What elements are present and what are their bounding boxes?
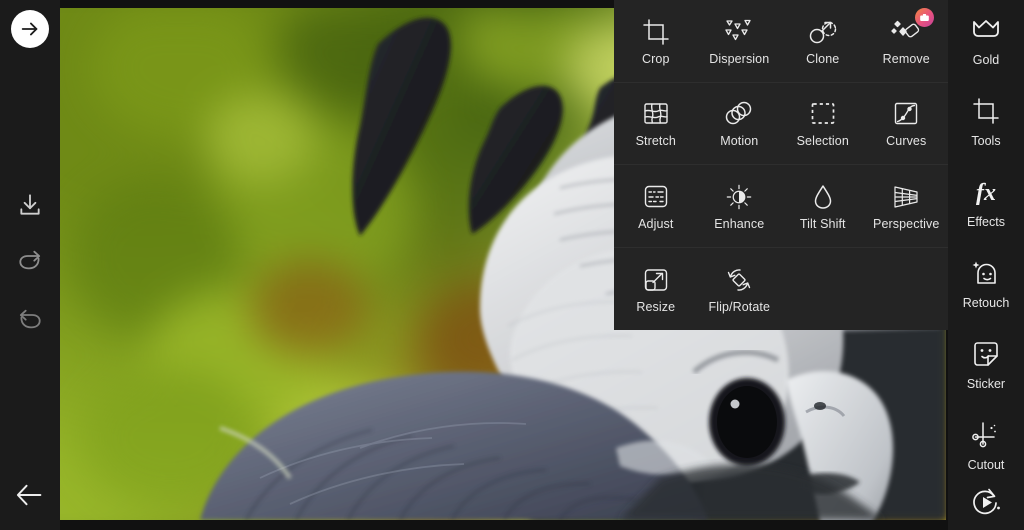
tools-row: Stretch Motion Selection Curves bbox=[614, 83, 949, 165]
crop-icon bbox=[639, 16, 673, 46]
tool-resize[interactable]: Resize bbox=[614, 248, 698, 331]
tool-label: Crop bbox=[642, 51, 670, 66]
sidebar-item-label: Retouch bbox=[962, 296, 1010, 310]
svg-text:fx: fx bbox=[976, 180, 996, 206]
crown-icon bbox=[968, 14, 1004, 46]
sidebar-item-label: Cutout bbox=[967, 458, 1005, 472]
adjust-icon bbox=[639, 181, 673, 211]
pro-badge bbox=[915, 8, 934, 27]
undo-icon bbox=[16, 308, 44, 336]
left-toolbar bbox=[0, 0, 60, 530]
sidebar-item-retouch[interactable]: Retouch bbox=[948, 243, 1024, 324]
tool-label: Dispersion bbox=[709, 51, 770, 66]
arrow-left-icon bbox=[15, 480, 45, 510]
tool-motion[interactable]: Motion bbox=[698, 83, 782, 165]
tools-popup-panel: Crop Dispersion Clone Remove Stretch Mot… bbox=[614, 0, 948, 330]
sidebar-item-label: Sticker bbox=[966, 377, 1006, 391]
tool-label: Remove bbox=[882, 51, 930, 66]
tool-enhance[interactable]: Enhance bbox=[698, 165, 782, 247]
stretch-icon bbox=[639, 98, 673, 128]
tool-label: Adjust bbox=[638, 216, 674, 231]
tool-flip-rotate[interactable]: Flip/Rotate bbox=[698, 248, 782, 331]
enhance-icon bbox=[722, 181, 756, 211]
animate-play-icon bbox=[968, 486, 1004, 518]
sidebar-item-cutout[interactable]: Cutout bbox=[948, 405, 1024, 486]
clone-icon bbox=[806, 16, 840, 46]
sidebar-item-gold[interactable]: Gold bbox=[948, 0, 1024, 81]
tilt-shift-icon bbox=[806, 181, 840, 211]
tool-label: Clone bbox=[806, 51, 840, 66]
curves-icon bbox=[889, 98, 923, 128]
retouch-face-icon bbox=[968, 257, 1004, 289]
perspective-icon bbox=[889, 181, 923, 211]
tool-tilt-shift[interactable]: Tilt Shift bbox=[781, 165, 865, 247]
tool-selection[interactable]: Selection bbox=[781, 83, 865, 165]
tool-remove[interactable]: Remove bbox=[865, 0, 949, 82]
tool-adjust[interactable]: Adjust bbox=[614, 165, 698, 247]
tool-label: Perspective bbox=[873, 216, 940, 231]
tool-label: Selection bbox=[796, 134, 849, 149]
tools-row: Adjust Enhance Tilt Shift Perspective bbox=[614, 165, 948, 248]
tool-label: Flip/Rotate bbox=[708, 299, 771, 314]
editor-root: Crop Dispersion Clone Remove Stretch Mot… bbox=[0, 0, 1024, 530]
flip-rotate-icon bbox=[722, 264, 756, 294]
sidebar-item-tools[interactable]: Tools bbox=[948, 81, 1024, 162]
selection-icon bbox=[806, 98, 840, 128]
motion-icon bbox=[722, 98, 756, 128]
tool-label: Stretch bbox=[635, 134, 676, 149]
redo-button[interactable] bbox=[10, 243, 50, 283]
tool-perspective[interactable]: Perspective bbox=[865, 165, 949, 247]
undo-button[interactable] bbox=[10, 302, 50, 342]
forward-arrow-button[interactable] bbox=[11, 10, 49, 48]
tool-label: Resize bbox=[636, 299, 676, 314]
tool-label: Curves bbox=[886, 134, 927, 149]
back-button[interactable] bbox=[10, 475, 50, 515]
tools-row: Resize Flip/Rotate bbox=[614, 248, 948, 331]
redo-icon bbox=[16, 249, 44, 277]
sidebar-item-label: Tools bbox=[971, 134, 1001, 148]
sidebar-item-sticker[interactable]: Sticker bbox=[948, 324, 1024, 405]
download-button[interactable] bbox=[10, 185, 50, 225]
sidebar-item-animate[interactable] bbox=[948, 486, 1024, 526]
fx-icon: fx bbox=[968, 176, 1004, 208]
tool-clone[interactable]: Clone bbox=[781, 0, 865, 82]
sidebar-item-effects[interactable]: fx Effects bbox=[948, 162, 1024, 243]
arrow-right-circle-icon bbox=[19, 18, 41, 40]
cutout-scissors-icon bbox=[968, 419, 1004, 451]
resize-icon bbox=[639, 264, 673, 294]
tool-label: Motion bbox=[720, 134, 759, 149]
sticker-icon bbox=[968, 338, 1004, 370]
download-icon bbox=[17, 192, 43, 218]
tool-dispersion[interactable]: Dispersion bbox=[698, 0, 782, 82]
tool-label: Tilt Shift bbox=[799, 216, 846, 231]
tool-curves[interactable]: Curves bbox=[865, 83, 949, 165]
sidebar-item-label: Effects bbox=[967, 215, 1005, 229]
tools-row: Crop Dispersion Clone Remove bbox=[614, 0, 948, 83]
tool-crop[interactable]: Crop bbox=[614, 0, 698, 82]
sidebar-item-label: Gold bbox=[972, 53, 1000, 67]
crop-icon bbox=[968, 95, 1004, 127]
dispersion-icon bbox=[722, 16, 756, 46]
tool-stretch[interactable]: Stretch bbox=[614, 83, 698, 165]
tool-label: Enhance bbox=[714, 216, 765, 231]
right-sidebar: Gold Tools fx Effects Retouch Sticker Cu… bbox=[948, 0, 1024, 530]
